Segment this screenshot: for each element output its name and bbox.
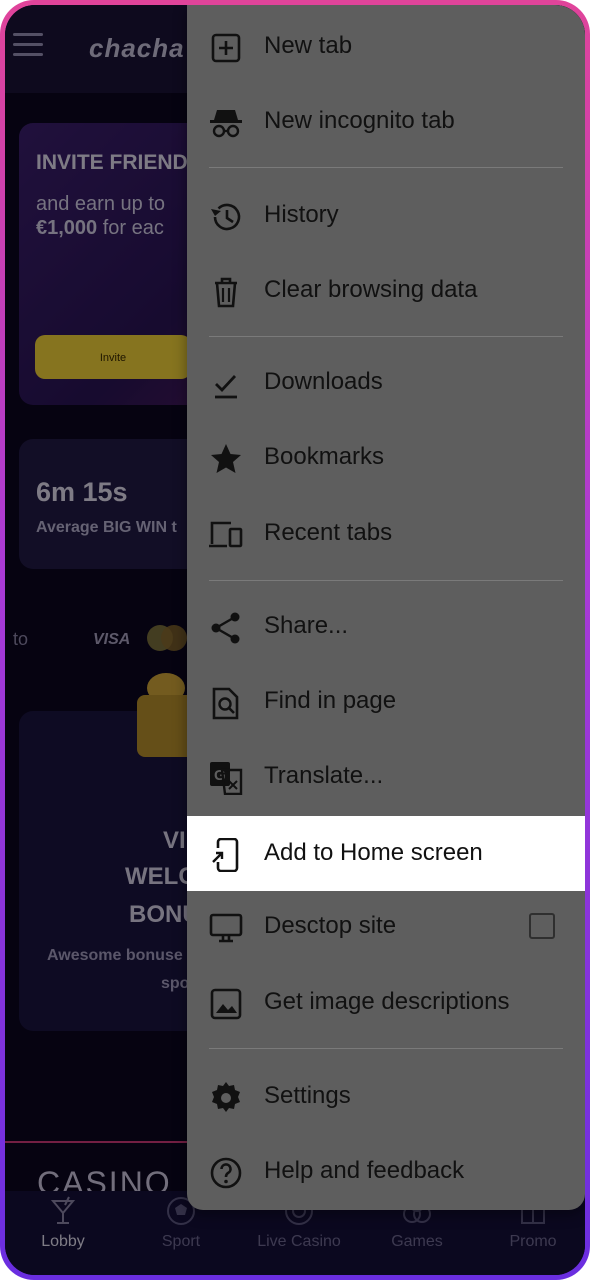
menu-item-label: Share... [264,612,349,639]
menu-item-help-and-feedback[interactable]: Help and feedback [187,1134,585,1209]
menu-item-label: New incognito tab [264,107,455,134]
help-icon [210,1157,242,1189]
menu-divider [209,580,563,581]
menu-item-label: Desctop site [264,912,397,939]
find-in-page-icon [212,687,239,720]
menu-item-desktop-site[interactable]: Desctop site [187,889,585,964]
new-tab-icon [211,33,241,63]
menu-item-clear-browsing-data[interactable]: Clear browsing data [187,253,585,328]
menu-divider [209,336,563,337]
menu-item-settings[interactable]: Settings [187,1059,585,1134]
menu-item-label: Add to Home screen [264,839,483,866]
menu-item-bookmarks[interactable]: Bookmarks [187,420,585,495]
menu-item-get-image-descriptions[interactable]: Get image descriptions [187,965,585,1040]
menu-item-label: Downloads [264,368,383,395]
menu-divider [209,1048,563,1049]
menu-item-translate[interactable]: G Translate... [187,739,585,814]
download-icon [215,375,237,399]
add-to-home-icon [210,838,239,872]
menu-item-label: Settings [264,1082,351,1109]
menu-item-add-to-home-screen[interactable]: Add to Home screen [187,816,585,891]
translate-icon: G [210,762,243,795]
desktop-site-checkbox[interactable] [529,913,555,939]
menu-item-label: History [264,201,339,228]
menu-item-label: New tab [264,32,353,59]
menu-item-label: Help and feedback [264,1157,465,1184]
menu-item-label: Clear browsing data [264,276,478,303]
image-icon [210,988,242,1020]
share-icon [211,612,240,644]
menu-item-new-tab[interactable]: New tab [187,9,585,84]
menu-item-label: Bookmarks [264,443,385,470]
desktop-icon [209,913,243,943]
menu-item-recent-tabs[interactable]: Recent tabs [187,496,585,571]
menu-item-share[interactable]: Share... [187,589,585,664]
incognito-icon [210,110,242,138]
menu-item-new-incognito-tab[interactable]: New incognito tab [187,84,585,159]
settings-gear-icon [212,1082,240,1112]
menu-item-history[interactable]: History [187,178,585,253]
devices-icon [209,521,243,548]
star-icon [211,444,241,473]
history-icon [211,203,241,231]
menu-item-label: Translate... [264,762,384,789]
menu-divider [209,167,563,168]
menu-item-label: Find in page [264,687,397,714]
browser-overflow-menu: New tab New incognito tab History Clear … [187,5,585,1210]
menu-item-label: Get image descriptions [264,988,510,1015]
menu-item-find-in-page[interactable]: Find in page [187,664,585,739]
screen: chacha INVITE FRIEND and earn up to €1,0… [5,5,585,1275]
menu-item-downloads[interactable]: Downloads [187,345,585,420]
trash-icon [215,277,237,308]
menu-item-label: Recent tabs [264,519,393,546]
